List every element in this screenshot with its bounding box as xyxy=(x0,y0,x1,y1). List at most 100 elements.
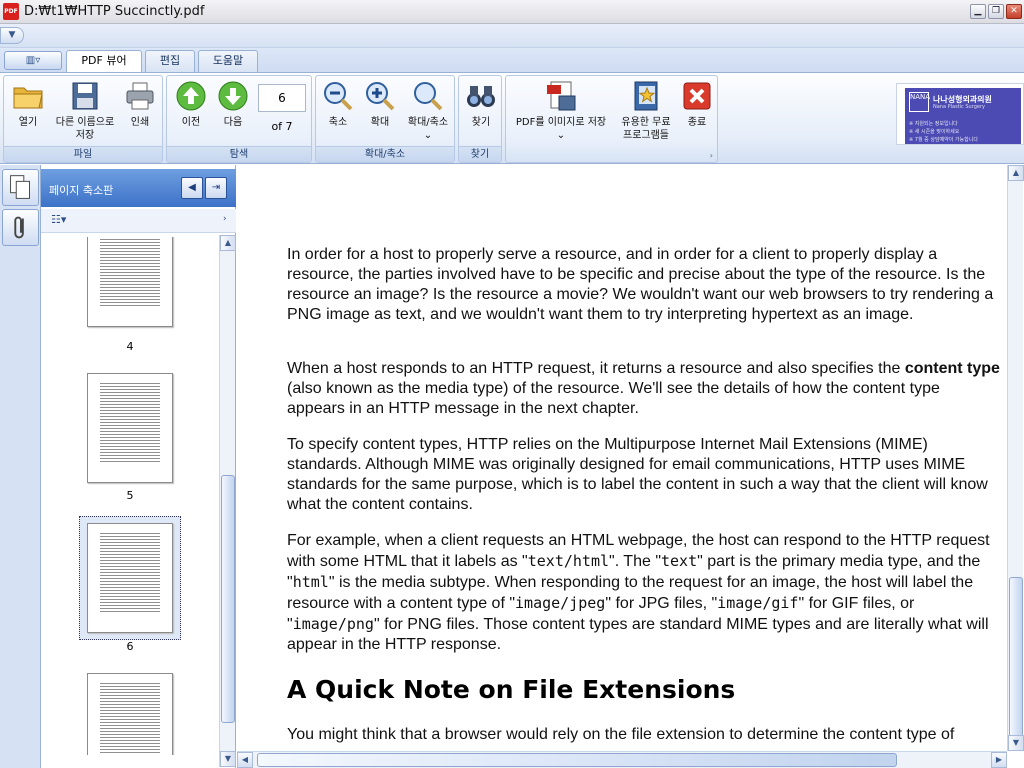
maximize-button[interactable]: ❐ xyxy=(988,4,1004,19)
content-type-term: content type xyxy=(904,360,1000,377)
thumbnail-options-icon[interactable]: ☷▾ xyxy=(51,213,66,226)
free-programs-label-1: 유용한 무료 xyxy=(621,117,671,128)
scroll-down-icon[interactable]: ▼ xyxy=(1008,735,1024,751)
paragraph-4-text: ". The " xyxy=(609,553,661,570)
paragraph-2-text: When a host responds to an HTTP request,… xyxy=(287,360,905,377)
page-thumbnail-6[interactable] xyxy=(87,523,173,633)
scroll-right-icon[interactable]: ▶ xyxy=(991,752,1007,768)
next-page-button[interactable]: 다음 xyxy=(213,80,253,129)
quick-access-bar: ▼ xyxy=(0,24,1024,48)
paragraph-4-text: " for PNG files. Those content types are… xyxy=(287,616,989,653)
tab-help[interactable]: 도움말 xyxy=(198,50,258,72)
save-as-button[interactable]: 다른 이름으로 저장 xyxy=(50,80,120,142)
thumbnail-panel-header: 페이지 축소판 ◀ ⇥ xyxy=(41,169,236,207)
free-programs-label-2: 프로그램들 xyxy=(623,130,669,141)
close-icon xyxy=(683,82,711,110)
close-button[interactable]: ✕ xyxy=(1006,4,1022,19)
arrow-up-icon xyxy=(176,81,206,111)
zoom-out-label: 축소 xyxy=(328,117,348,128)
zoom-in-label: 확대 xyxy=(370,117,390,128)
advertisement-banner[interactable]: NANA 나나성형외과의원 Nana Plastic Surgery ※ 지원되… xyxy=(896,83,1024,145)
zoom-out-button[interactable]: 축소 xyxy=(318,80,358,129)
navigation-group: 이전 다음 6 of 7 탐색 xyxy=(166,75,312,163)
tab-pdf-viewer[interactable]: PDF 뷰어 xyxy=(66,50,142,73)
save-as-image-button[interactable]: PDF를 이미지로 저장 ⌄ xyxy=(508,80,614,142)
scroll-thumb[interactable] xyxy=(221,475,235,723)
scroll-down-icon[interactable]: ▼ xyxy=(220,751,236,767)
free-programs-button[interactable]: 유용한 무료 프로그램들 xyxy=(614,80,678,142)
zoom-in-icon xyxy=(366,82,395,111)
folder-icon xyxy=(13,87,43,109)
paperclip-icon xyxy=(14,216,24,239)
code-html: html xyxy=(292,573,329,591)
find-label: 찾기 xyxy=(471,117,491,128)
chevron-right-icon[interactable]: › xyxy=(223,214,227,224)
scroll-left-icon[interactable]: ◀ xyxy=(237,752,253,768)
document-horizontal-scrollbar[interactable]: ◀ ▶ xyxy=(237,751,1007,768)
star-book-icon xyxy=(634,81,658,111)
chevron-down-icon: ⌄ xyxy=(556,130,566,141)
chevron-down-icon: ⌄ xyxy=(423,130,433,141)
minimize-button[interactable]: ▁ xyxy=(970,4,986,19)
open-label: 열기 xyxy=(18,117,38,128)
clinic-logo: NANA xyxy=(909,92,930,112)
image-save-label: 이미지로 저장 xyxy=(547,117,607,128)
scroll-thumb[interactable] xyxy=(1009,577,1023,747)
document-scrollbar[interactable]: ▲ ▼ xyxy=(1007,165,1024,751)
attachments-tab[interactable] xyxy=(2,209,39,246)
paragraph-2-text: (also known as the media type) of the re… xyxy=(287,380,940,417)
section-heading: A Quick Note on File Extensions xyxy=(287,675,736,704)
zoom-menu-button[interactable]: 확대/축소 ⌄ xyxy=(402,80,454,142)
page-number-input[interactable]: 6 xyxy=(258,84,306,112)
print-label: 인쇄 xyxy=(130,117,150,128)
pages-tab[interactable] xyxy=(2,169,39,206)
image-save-icon xyxy=(547,81,576,111)
find-button[interactable]: 찾기 xyxy=(461,80,501,129)
zoom-in-button[interactable]: 확대 xyxy=(360,80,400,129)
page-number-6: 6 xyxy=(126,640,134,653)
page-number-4: 4 xyxy=(126,340,134,353)
scroll-up-icon[interactable]: ▲ xyxy=(220,235,236,251)
page-number-5: 5 xyxy=(126,489,134,502)
collapse-panel-button[interactable]: ◀ xyxy=(181,177,203,199)
tools-group: PDF를 이미지로 저장 ⌄ 유용한 무료 프로그램들 종료 › xyxy=(505,75,718,163)
triangle-left-icon: ◀ xyxy=(188,182,196,193)
print-button[interactable]: 인쇄 xyxy=(120,80,160,129)
code-text: text xyxy=(661,552,698,570)
thumbnail-scrollbar[interactable]: ▲ ▼ xyxy=(219,235,236,767)
open-button[interactable]: 열기 xyxy=(8,80,48,129)
clinic-subtitle: Nana Plastic Surgery xyxy=(933,104,985,110)
tab-edit[interactable]: 편집 xyxy=(145,50,195,72)
ad-line: ※ 7월 중 상담예약이 가능합니다 xyxy=(909,137,978,143)
page-thumbnail-7[interactable] xyxy=(87,673,173,755)
thumbnail-toolbar: ☷▾ › xyxy=(41,209,236,233)
previous-page-button[interactable]: 이전 xyxy=(171,80,211,129)
file-group-label: 파일 xyxy=(4,146,162,162)
zoom-group-label: 확대/축소 xyxy=(316,146,454,162)
navigation-group-label: 탐색 xyxy=(167,146,311,162)
save-as-label-2: 저장 xyxy=(75,130,95,141)
sidebar-icon: ▥▿ xyxy=(25,55,41,66)
printer-icon xyxy=(126,82,154,110)
group-launcher-icon[interactable]: › xyxy=(710,151,713,160)
paragraph-3: To specify content types, HTTP relies on… xyxy=(287,436,988,513)
thumbnail-list: 4 5 6 xyxy=(41,237,219,755)
arrow-down-icon xyxy=(218,81,248,111)
zoom-out-icon xyxy=(324,82,353,111)
next-label: 다음 xyxy=(223,117,243,128)
thumbnail-panel: 페이지 축소판 ◀ ⇥ ☷▾ › 4 5 6 ▲ ▼ xyxy=(41,165,236,768)
quick-access-menu-button[interactable]: ▼ xyxy=(0,27,24,44)
ad-line: ※ 새 시즌을 맞이하세요 xyxy=(909,129,960,135)
dock-panel-button[interactable]: ⇥ xyxy=(205,177,227,199)
dock-icon: ⇥ xyxy=(211,182,221,193)
scroll-up-icon[interactable]: ▲ xyxy=(1008,165,1024,181)
page-thumbnail-4[interactable] xyxy=(87,237,173,327)
horizontal-scroll-thumb[interactable] xyxy=(257,753,897,767)
panel-toggle-button[interactable]: ▥▿ xyxy=(4,51,62,70)
paragraph-1: In order for a host to properly serve a … xyxy=(287,246,994,323)
document-view: In order for a host to properly serve a … xyxy=(237,165,1007,751)
window-title: D:₩t1₩HTTP Succinctly.pdf xyxy=(24,4,205,19)
ribbon: 열기 다른 이름으로 저장 인쇄 파일 이전 다음 6 of 7 탐색 축소 확… xyxy=(0,72,1024,164)
exit-button[interactable]: 종료 xyxy=(678,80,716,129)
page-thumbnail-5[interactable] xyxy=(87,373,173,483)
